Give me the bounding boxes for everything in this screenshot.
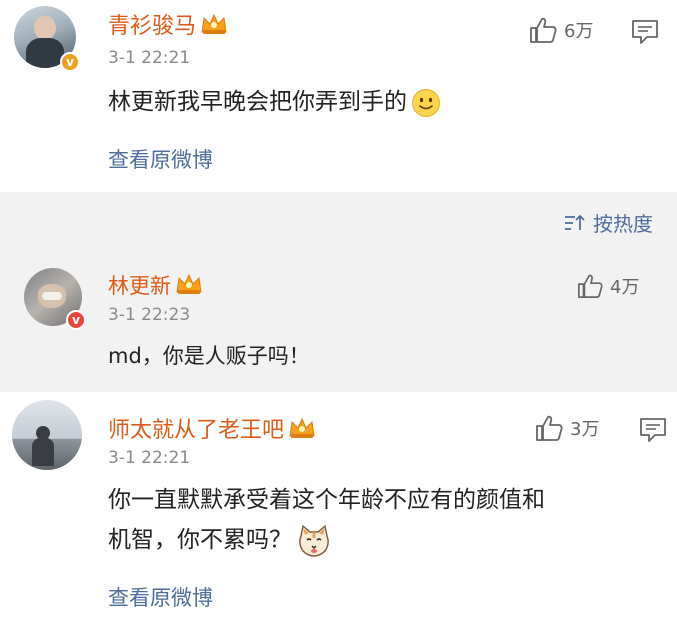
- sort-bar: 按热度: [0, 192, 677, 250]
- username[interactable]: 林更新: [108, 270, 203, 300]
- comment-text: md，你是人贩子吗！: [108, 344, 310, 368]
- comment-time: 3-1 22:21: [108, 448, 191, 468]
- like-button[interactable]: 4万: [576, 273, 639, 299]
- verified-badge-icon: v: [66, 310, 86, 330]
- vip-badge-icon: v: [60, 52, 80, 72]
- view-original-link[interactable]: 查看原微博: [108, 144, 213, 174]
- view-original-link[interactable]: 查看原微博: [108, 582, 213, 612]
- thumbs-up-icon: [530, 17, 557, 43]
- comment-item: v 林更新 3-1 22:23 4万 md，你是人贩子吗！: [0, 250, 677, 392]
- comment-item: 师太就从了老王吧 3-1 22:21 3万 你一直默默承受着这个年龄不应有的颜值…: [0, 392, 677, 629]
- sort-by-hot-button[interactable]: 按热度: [563, 208, 653, 237]
- thumbs-up-icon: [578, 274, 603, 298]
- avatar[interactable]: v: [24, 268, 86, 330]
- comment-item: v 青衫骏马 3-1 22:21 6万 林更新我早晚会把你弄到手的 查看原微博: [0, 0, 677, 192]
- avatar[interactable]: [12, 400, 82, 470]
- comment-text-line-2: 机智，你不累吗？: [108, 522, 332, 558]
- like-button[interactable]: 6万: [528, 16, 593, 44]
- username[interactable]: 青衫骏马: [108, 8, 228, 40]
- reply-icon[interactable]: [638, 416, 668, 444]
- thumbs-up-icon: [536, 415, 563, 441]
- like-button[interactable]: 3万: [534, 414, 599, 442]
- like-count: 4万: [610, 277, 640, 298]
- avatar[interactable]: v: [14, 6, 80, 72]
- like-count: 6万: [564, 21, 594, 42]
- cat-emoji-icon: [299, 524, 329, 557]
- crown-badge-icon: [289, 417, 315, 438]
- sort-label: 按热度: [593, 212, 653, 236]
- comment-text-line-1: 你一直默默承受着这个年龄不应有的颜值和: [108, 487, 545, 513]
- comment-text: 林更新我早晚会把你弄到手的: [108, 84, 441, 120]
- crown-badge-icon: [201, 13, 227, 34]
- crown-badge-icon: [176, 273, 202, 294]
- username[interactable]: 师太就从了老王吧: [108, 412, 316, 444]
- like-count: 3万: [570, 419, 600, 440]
- sort-icon: [565, 214, 585, 230]
- comment-time: 3-1 22:21: [108, 48, 191, 68]
- smile-emoji-icon: [412, 88, 440, 117]
- comment-time: 3-1 22:23: [108, 305, 191, 325]
- reply-icon[interactable]: [630, 18, 660, 46]
